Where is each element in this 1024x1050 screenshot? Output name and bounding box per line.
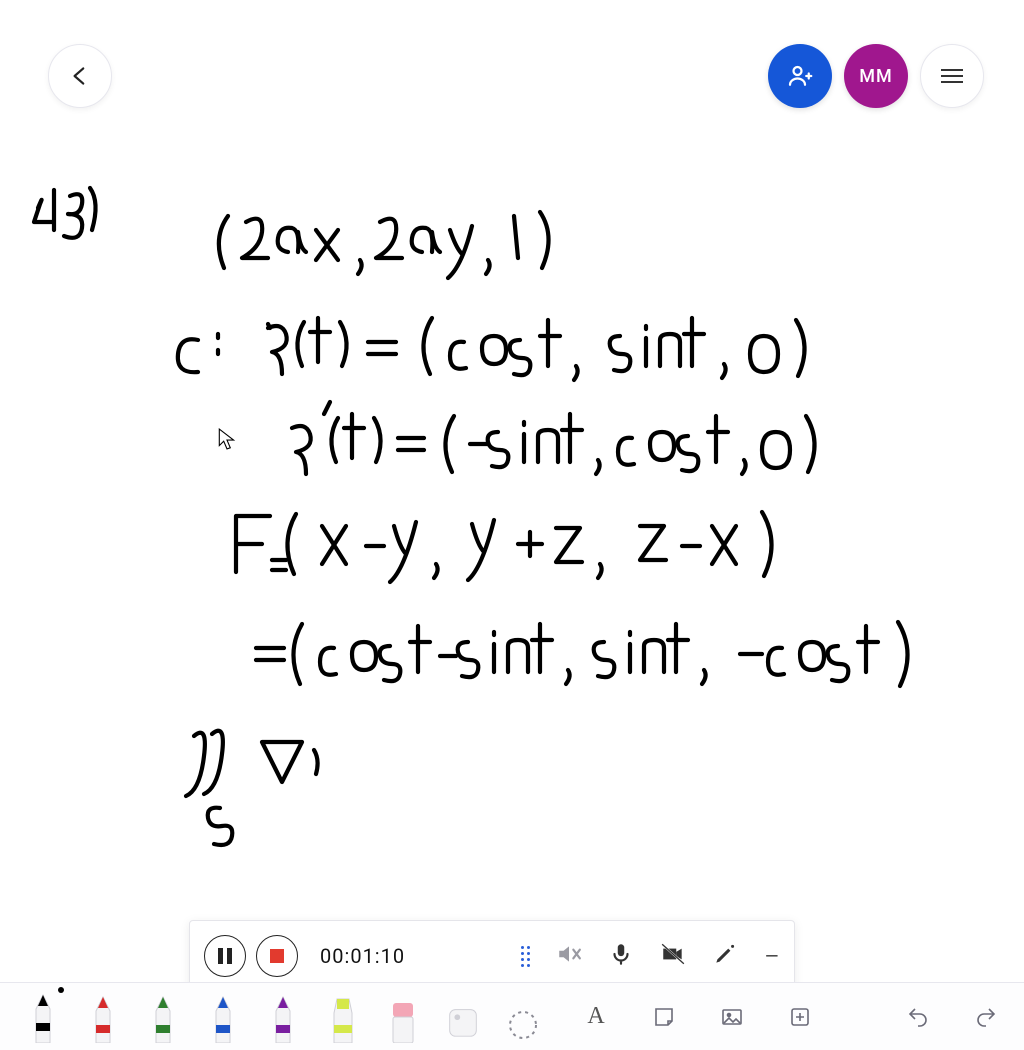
stop-button[interactable] <box>256 935 298 977</box>
stop-icon <box>270 949 284 963</box>
eraser-icon <box>385 995 421 1043</box>
lasso-icon <box>505 1007 541 1043</box>
speaker-mute-button[interactable] <box>556 941 582 971</box>
menu-button[interactable] <box>920 44 984 108</box>
avatar-initials-text: MM <box>859 66 892 87</box>
speaker-mute-icon <box>556 941 582 967</box>
text-tool[interactable]: A <box>582 1003 610 1031</box>
mouse-cursor-icon <box>218 428 236 450</box>
pen-black[interactable] <box>24 991 62 1043</box>
pen-blue[interactable] <box>204 991 242 1043</box>
handwriting-content <box>20 160 1004 880</box>
highlighter-tool[interactable] <box>324 991 362 1043</box>
pen-spark-icon <box>712 941 738 967</box>
camera-off-button[interactable] <box>660 941 686 971</box>
eraser-tool[interactable] <box>384 991 422 1043</box>
tool-tray: A <box>0 982 1024 1050</box>
top-bar: MM <box>0 0 1024 140</box>
person-plus-icon <box>785 61 815 91</box>
pen-red[interactable] <box>84 991 122 1043</box>
arrow-left-icon <box>67 63 93 89</box>
pen-icon <box>206 993 240 1043</box>
pause-icon <box>218 948 232 964</box>
user-avatar[interactable]: MM <box>844 44 908 108</box>
microphone-button[interactable] <box>608 941 634 971</box>
note-tool[interactable] <box>650 1003 678 1031</box>
add-tool[interactable] <box>786 1003 814 1031</box>
undo-button[interactable] <box>904 1003 932 1031</box>
plus-square-icon <box>788 1005 812 1029</box>
text-tool-label: A <box>587 1003 604 1030</box>
highlighter-icon <box>324 993 362 1043</box>
pause-button[interactable] <box>204 935 246 977</box>
pen-icon <box>26 993 60 1043</box>
sticky-note-icon <box>652 1005 676 1029</box>
hamburger-icon <box>941 69 963 83</box>
redo-button[interactable] <box>972 1003 1000 1031</box>
pen-green[interactable] <box>144 991 182 1043</box>
add-collaborator-button[interactable] <box>768 44 832 108</box>
pen-icon <box>266 993 300 1043</box>
image-tool[interactable] <box>718 1003 746 1031</box>
selected-dot-icon <box>58 987 64 993</box>
pen-icon <box>86 993 120 1043</box>
minimize-button[interactable]: − <box>764 940 780 973</box>
tape-tool[interactable] <box>444 991 482 1043</box>
microphone-icon <box>608 941 634 967</box>
redo-icon <box>974 1005 998 1029</box>
lasso-tool[interactable] <box>504 991 542 1043</box>
whiteboard-canvas[interactable] <box>0 0 1024 950</box>
laser-pointer-button[interactable] <box>712 941 738 971</box>
back-button[interactable] <box>48 44 112 108</box>
recording-elapsed: 00:01:10 <box>320 944 405 968</box>
camera-slash-icon <box>660 941 686 967</box>
image-icon <box>720 1005 744 1029</box>
drag-handle[interactable] <box>521 946 530 967</box>
pen-icon <box>146 993 180 1043</box>
tape-icon <box>444 999 482 1043</box>
undo-icon <box>906 1005 930 1029</box>
pen-purple[interactable] <box>264 991 302 1043</box>
